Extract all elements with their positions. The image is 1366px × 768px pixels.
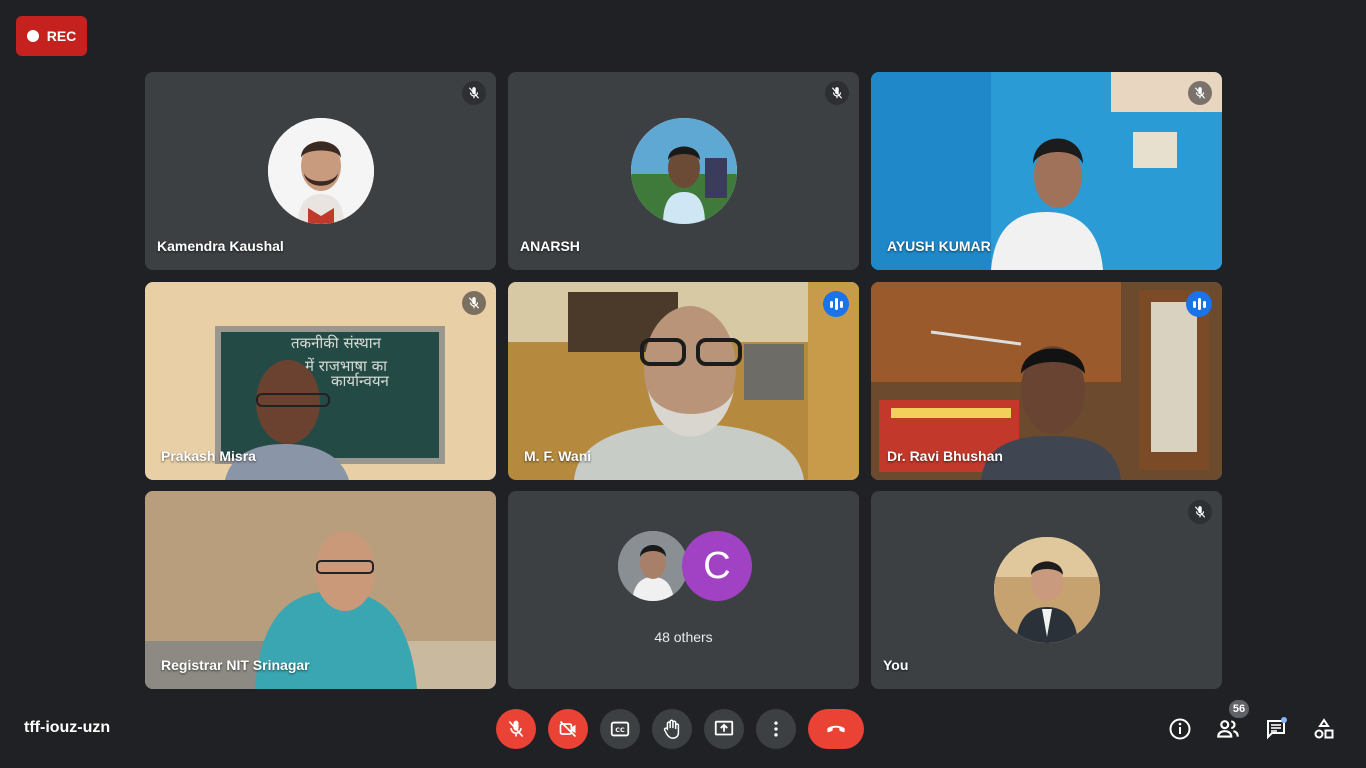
meeting-code: tff-iouz-uzn — [24, 719, 111, 736]
participant-name: Dr. Ravi Bhushan — [887, 448, 1003, 464]
participant-tile[interactable]: Registrar NIT Srinagar — [145, 491, 496, 689]
participant-tile-active[interactable]: Dr. Ravi Bhushan — [871, 282, 1222, 480]
mic-off-icon — [462, 81, 486, 105]
participant-tile[interactable]: M. F. Wani — [508, 282, 859, 480]
mic-toggle-button[interactable] — [496, 709, 536, 749]
hangup-icon — [827, 725, 845, 733]
participant-avatar — [993, 537, 1100, 643]
others-tile[interactable]: C 48 others — [508, 491, 859, 689]
recording-label: REC — [46, 28, 77, 44]
chat-icon — [1267, 717, 1287, 740]
mic-off-icon — [508, 720, 524, 738]
leave-call-button[interactable] — [808, 709, 864, 749]
present-icon — [714, 720, 734, 736]
participant-avatar — [618, 531, 688, 601]
participant-name: M. F. Wani — [524, 448, 592, 464]
participant-tile[interactable]: तकनीकी संस्थान में राजभाषा का कार्यान्वय… — [145, 282, 496, 480]
mic-off-icon — [1188, 81, 1212, 105]
participant-name: Registrar NIT Srinagar — [161, 657, 310, 673]
camera-toggle-button[interactable] — [548, 709, 588, 749]
info-icon — [1169, 718, 1191, 740]
mic-off-icon — [462, 291, 486, 315]
raise-hand-icon — [663, 719, 680, 739]
mic-off-icon — [825, 81, 849, 105]
activities-button[interactable] — [1308, 713, 1340, 745]
control-bar: tff-iouz-uzn CC 56 — [0, 700, 1366, 749]
participant-avatar — [630, 118, 737, 224]
participant-name: Kamendra Kaushal — [157, 238, 284, 254]
captions-label: CC — [615, 726, 625, 734]
speaking-indicator-icon — [1186, 291, 1212, 317]
raise-hand-button[interactable] — [652, 709, 692, 749]
camera-off-icon — [559, 720, 577, 738]
mic-off-icon — [1188, 500, 1212, 524]
participant-tile[interactable]: ANARSH — [508, 72, 859, 270]
captions-icon: CC — [610, 721, 630, 737]
participant-tile-self[interactable]: You — [871, 491, 1222, 689]
people-count-badge: 56 — [1229, 700, 1249, 718]
more-icon — [774, 721, 778, 737]
participant-name: Prakash Misra — [161, 448, 256, 464]
recording-indicator: REC — [16, 16, 87, 56]
participant-name: You — [883, 657, 909, 673]
participant-name: AYUSH KUMAR — [887, 238, 991, 254]
meeting-details-button[interactable] — [1164, 713, 1196, 745]
more-options-button[interactable] — [756, 709, 796, 749]
chat-button[interactable] — [1260, 713, 1292, 745]
participant-tile[interactable]: Kamendra Kaushal — [145, 72, 496, 270]
participant-avatar-letter: C — [682, 531, 752, 601]
others-count-label: 48 others — [654, 629, 713, 645]
captions-button[interactable]: CC — [600, 709, 640, 749]
recording-dot-icon — [26, 30, 39, 42]
present-button[interactable] — [704, 709, 744, 749]
people-icon — [1217, 720, 1239, 738]
activities-icon — [1314, 718, 1334, 739]
participant-avatar — [267, 118, 374, 224]
board-text-line: तकनीकी संस्थान — [291, 334, 382, 352]
speaking-indicator-icon — [823, 291, 849, 317]
participant-tile[interactable]: AYUSH KUMAR — [871, 72, 1222, 270]
board-text-line: कार्यान्वयन — [331, 372, 390, 390]
participant-name: ANARSH — [520, 238, 580, 254]
